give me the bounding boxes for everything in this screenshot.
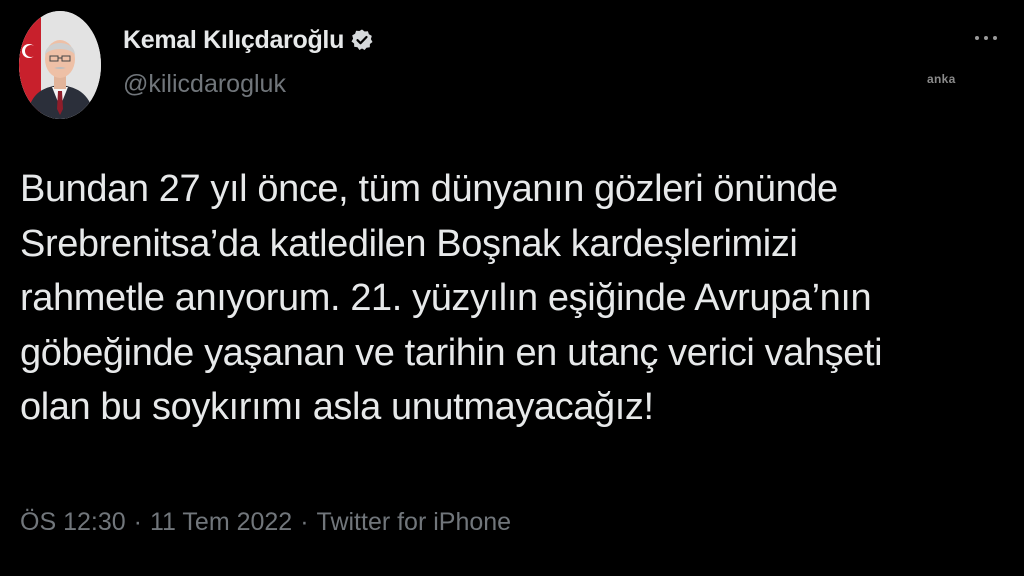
tweet-line: göbeğinde yaşanan ve tarihin en utanç ve…: [20, 331, 883, 374]
tweet-date[interactable]: 11 Tem 2022: [150, 508, 292, 537]
author-display-name[interactable]: Kemal Kılıçdaroğlu: [123, 26, 344, 55]
verified-badge-icon: [350, 28, 374, 52]
author-name-row[interactable]: Kemal Kılıçdaroğlu: [123, 24, 374, 56]
tweet-time[interactable]: ÖS 12:30: [20, 508, 126, 537]
more-dot: [993, 36, 997, 40]
more-options-icon[interactable]: [975, 36, 997, 40]
meta-separator: ·: [133, 508, 142, 536]
tweet-meta: ÖS 12:30 · 11 Tem 2022 · Twitter for iPh…: [20, 508, 511, 537]
tweet-line: Srebrenitsa’da katledilen Boşnak kardeşl…: [20, 222, 798, 265]
tweet-text: Bundan 27 yıl önce, tüm dünyanın gözleri…: [20, 162, 1000, 435]
more-dot: [984, 36, 988, 40]
tweet-line: rahmetle anıyorum. 21. yüzyılın eşiğinde…: [20, 277, 872, 319]
tweet-source[interactable]: Twitter for iPhone: [317, 508, 512, 537]
meta-separator: ·: [300, 508, 309, 536]
profile-photo-icon: [19, 11, 101, 119]
author-handle[interactable]: @kilicdarogluk: [123, 70, 286, 99]
avatar[interactable]: [19, 11, 101, 119]
tweet-line: Bundan 27 yıl önce, tüm dünyanın gözleri…: [20, 168, 838, 210]
tweet-line: olan bu soykırımı asla unutmayacağız!: [20, 386, 654, 428]
more-dot: [975, 36, 979, 40]
watermark-logo: anka: [927, 72, 956, 86]
